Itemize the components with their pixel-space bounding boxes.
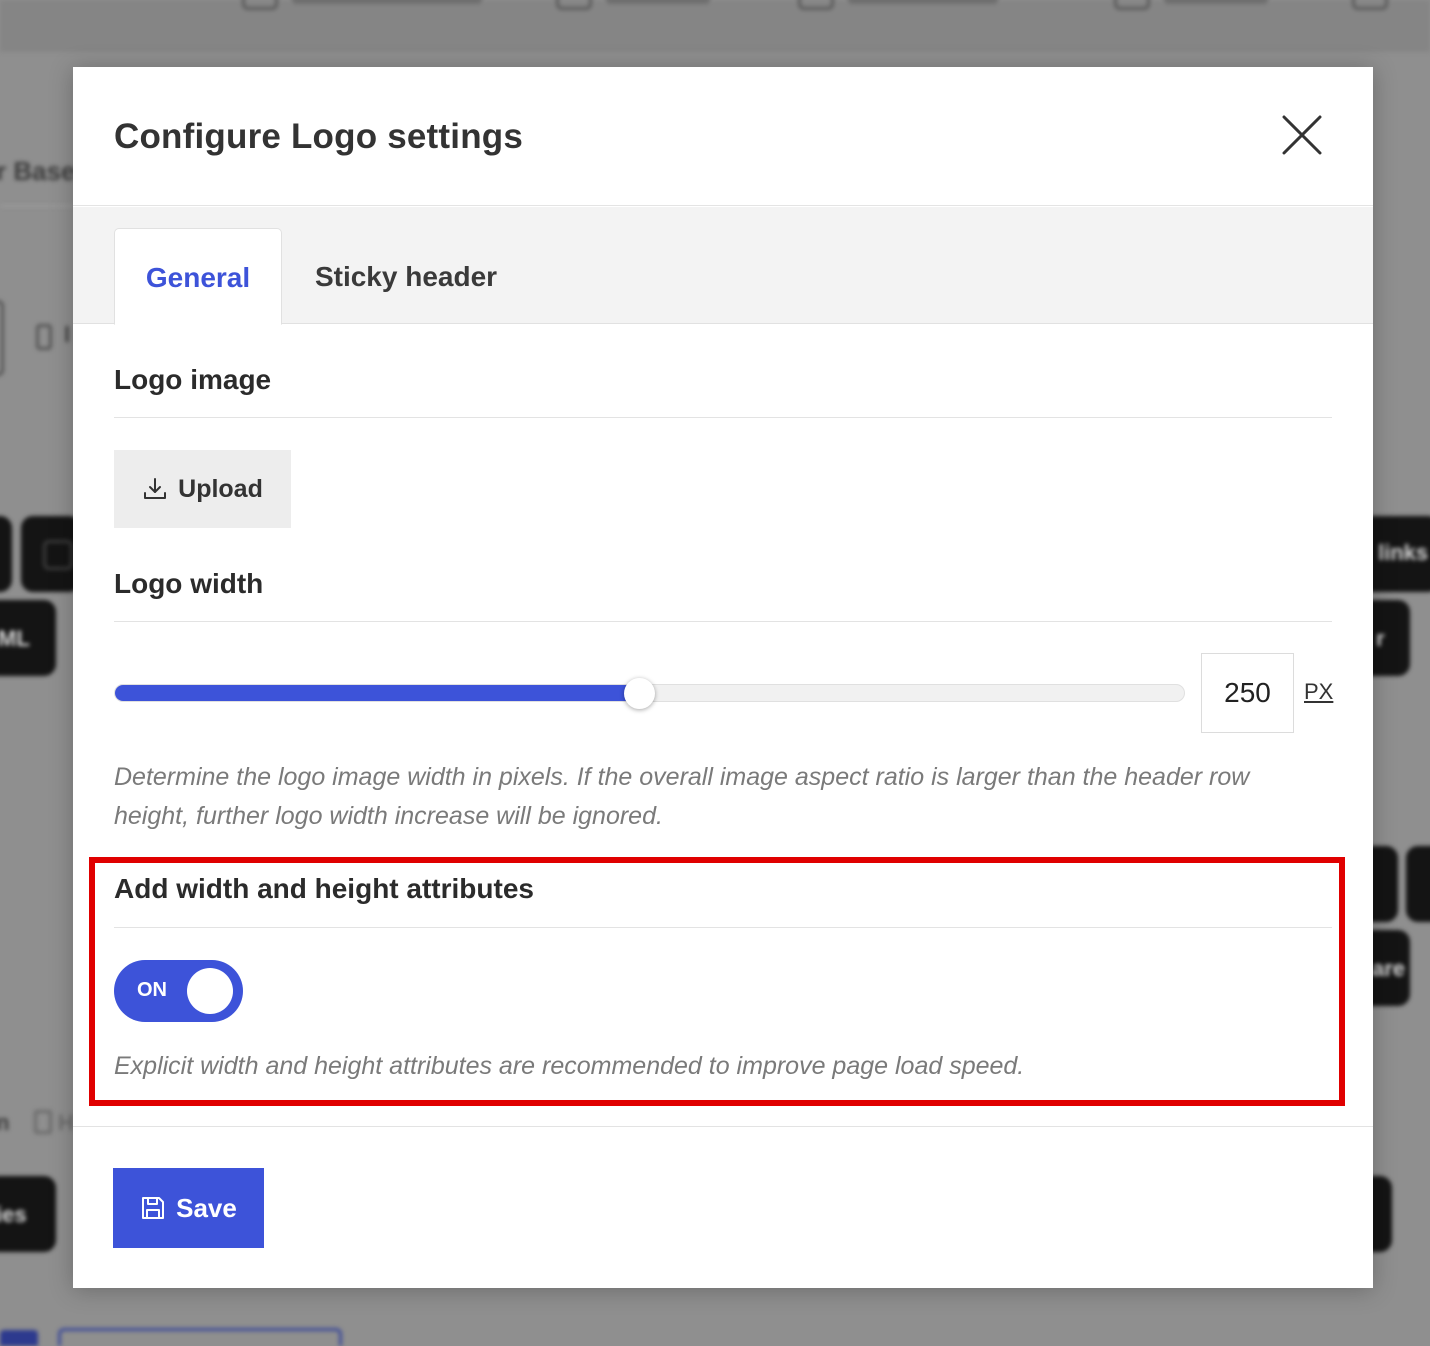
background-block bbox=[1406, 846, 1430, 922]
floppy-disk-icon bbox=[142, 1197, 165, 1219]
slider-thumb[interactable] bbox=[623, 678, 655, 709]
unit-selector[interactable]: PX bbox=[1304, 679, 1333, 705]
toggle-knob bbox=[187, 968, 233, 1014]
background-bottom-tab bbox=[0, 1330, 38, 1346]
background-block bbox=[0, 516, 12, 592]
modal-title: Configure Logo settings bbox=[114, 117, 524, 156]
attributes-label: Add width and height attributes bbox=[114, 873, 534, 904]
logo-width-label: Logo width bbox=[114, 568, 264, 599]
section-divider bbox=[114, 927, 1332, 928]
save-label: Save bbox=[176, 1192, 237, 1223]
background-toolbar-icon bbox=[798, 0, 834, 10]
close-button[interactable] bbox=[1281, 114, 1323, 156]
background-toolbar-icon bbox=[556, 0, 592, 10]
background-device-icon bbox=[36, 324, 52, 350]
tab-general[interactable]: General bbox=[114, 228, 282, 325]
download-icon bbox=[144, 478, 167, 499]
toggle-state-label: ON bbox=[137, 979, 167, 1001]
background-divider bbox=[0, 205, 73, 207]
background-label: r bbox=[1376, 626, 1385, 651]
upload-label: Upload bbox=[178, 474, 263, 503]
section-divider bbox=[114, 417, 1332, 418]
logo-width-slider[interactable] bbox=[114, 678, 1185, 709]
background-label: ML bbox=[0, 626, 30, 651]
background-label: ies bbox=[0, 1202, 27, 1227]
attributes-help: Explicit width and height attributes are… bbox=[114, 1052, 1025, 1080]
background-panel bbox=[0, 300, 4, 376]
tab-bar: General Sticky header bbox=[73, 207, 1373, 325]
background-toolbar-item bbox=[606, 0, 710, 4]
slider-fill bbox=[115, 685, 639, 701]
section-divider bbox=[114, 621, 1332, 622]
background-toolbar-item bbox=[292, 0, 482, 4]
logo-settings-modal: Configure Logo settings General Sticky h… bbox=[73, 67, 1373, 1288]
background-label: H bbox=[58, 1110, 74, 1135]
background-label: are bbox=[1372, 956, 1406, 981]
attributes-toggle[interactable]: ON bbox=[114, 960, 243, 1022]
background-bottom-field bbox=[58, 1328, 342, 1346]
background-label: l bbox=[64, 322, 71, 347]
background-toolbar-item bbox=[848, 0, 998, 4]
background-toolbar bbox=[0, 0, 1430, 52]
close-icon bbox=[1282, 115, 1322, 155]
background-toolbar-icon bbox=[1352, 0, 1388, 10]
upload-button[interactable]: Upload bbox=[114, 450, 291, 528]
logo-width-help: Determine the logo image width in pixels… bbox=[114, 763, 1250, 830]
modal-header: Configure Logo settings bbox=[73, 67, 1373, 206]
background-window-icon bbox=[43, 540, 73, 570]
background-label: n bbox=[0, 1110, 10, 1135]
logo-image-label: Logo image bbox=[114, 364, 272, 395]
background-file-icon bbox=[34, 1110, 52, 1134]
background-heading: r Base bbox=[0, 156, 76, 186]
save-button[interactable]: Save bbox=[113, 1168, 264, 1248]
background-toolbar-icon bbox=[1114, 0, 1150, 10]
footer-divider bbox=[73, 1126, 1373, 1127]
logo-width-input[interactable] bbox=[1201, 653, 1294, 733]
background-toolbar-item bbox=[1164, 0, 1268, 4]
background-toolbar-icon bbox=[242, 0, 278, 10]
background-label: links bbox=[1378, 540, 1429, 565]
tab-sticky-header[interactable]: Sticky header bbox=[303, 228, 509, 325]
